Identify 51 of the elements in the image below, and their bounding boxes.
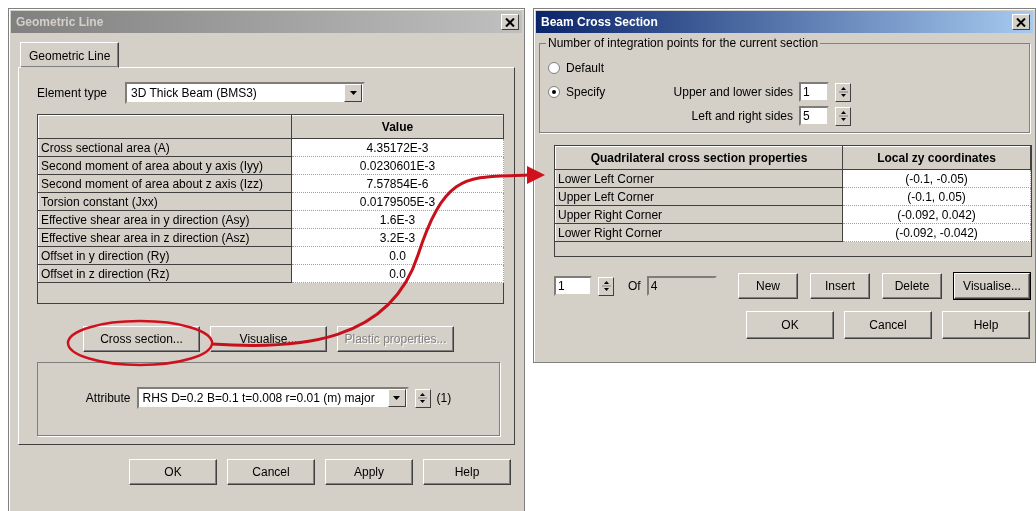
field-label: Of bbox=[628, 279, 641, 293]
caret-icon bbox=[348, 90, 358, 96]
spin-button[interactable] bbox=[598, 276, 614, 296]
radio-label[interactable]: Specify bbox=[566, 85, 606, 99]
number-field[interactable]: 1 bbox=[554, 276, 592, 296]
radio-button[interactable] bbox=[548, 62, 560, 74]
row-button[interactable]: Insert bbox=[810, 273, 870, 299]
tab[interactable]: Geometric Line bbox=[20, 42, 120, 68]
dialog-button[interactable]: Cancel bbox=[844, 311, 932, 339]
close-icon bbox=[505, 17, 515, 27]
spin-button[interactable] bbox=[835, 82, 851, 102]
dropdown-field[interactable]: 3D Thick Beam (BMS3) bbox=[125, 82, 366, 104]
spin-arrows-icon bbox=[838, 109, 848, 123]
spin-button[interactable] bbox=[414, 388, 431, 408]
row-button[interactable]: Delete bbox=[882, 273, 942, 299]
dialog-button[interactable]: OK bbox=[129, 459, 217, 485]
number-field[interactable]: 1 bbox=[799, 82, 829, 102]
column-header: Quadrilateral cross section properties bbox=[555, 146, 843, 170]
spin-arrows-icon bbox=[601, 279, 611, 293]
dialog-button[interactable]: Cancel bbox=[227, 459, 315, 485]
column-header: Local zy coordinates bbox=[842, 146, 1031, 170]
dialog-button[interactable]: Apply bbox=[325, 459, 413, 485]
field-label: Element type bbox=[37, 86, 108, 100]
radio-button[interactable] bbox=[548, 86, 560, 98]
total-field[interactable]: 4 bbox=[646, 276, 717, 296]
dialog-button[interactable]: OK bbox=[746, 311, 834, 339]
group-legend: Number of integration points for the current section bbox=[546, 36, 821, 50]
dialog-button[interactable]: Help bbox=[423, 459, 511, 485]
row-button[interactable]: Visualise... bbox=[954, 273, 1030, 299]
close-icon bbox=[1016, 17, 1026, 27]
dropdown-field[interactable]: RHS D=0.2 B=0.1 t=0.008 r=0.01 (m) major bbox=[136, 387, 409, 409]
dropdown-button[interactable] bbox=[344, 84, 363, 102]
window-title: Geometric Line bbox=[16, 15, 104, 29]
column-header: Value bbox=[291, 115, 504, 139]
index-label: (1) bbox=[436, 391, 452, 405]
spin-arrows-icon bbox=[418, 391, 427, 405]
dropdown-button[interactable] bbox=[387, 389, 406, 407]
radio-label[interactable]: Default bbox=[566, 61, 605, 75]
field-label: Upper and lower sides bbox=[673, 85, 793, 99]
window-title: Beam Cross Section bbox=[541, 15, 658, 29]
spin-arrows-icon bbox=[838, 85, 848, 99]
dialog-button[interactable]: Help bbox=[942, 311, 1030, 339]
caret-icon bbox=[392, 395, 401, 401]
field-label: Left and right sides bbox=[691, 109, 793, 123]
close-button[interactable] bbox=[501, 14, 519, 30]
spin-button[interactable] bbox=[835, 106, 851, 126]
number-field[interactable]: 5 bbox=[799, 106, 829, 126]
close-button[interactable] bbox=[1012, 14, 1030, 30]
row-button[interactable]: New bbox=[738, 273, 798, 299]
section-button[interactable]: Cross section... bbox=[83, 326, 200, 352]
field-label: Attribute bbox=[85, 391, 131, 405]
